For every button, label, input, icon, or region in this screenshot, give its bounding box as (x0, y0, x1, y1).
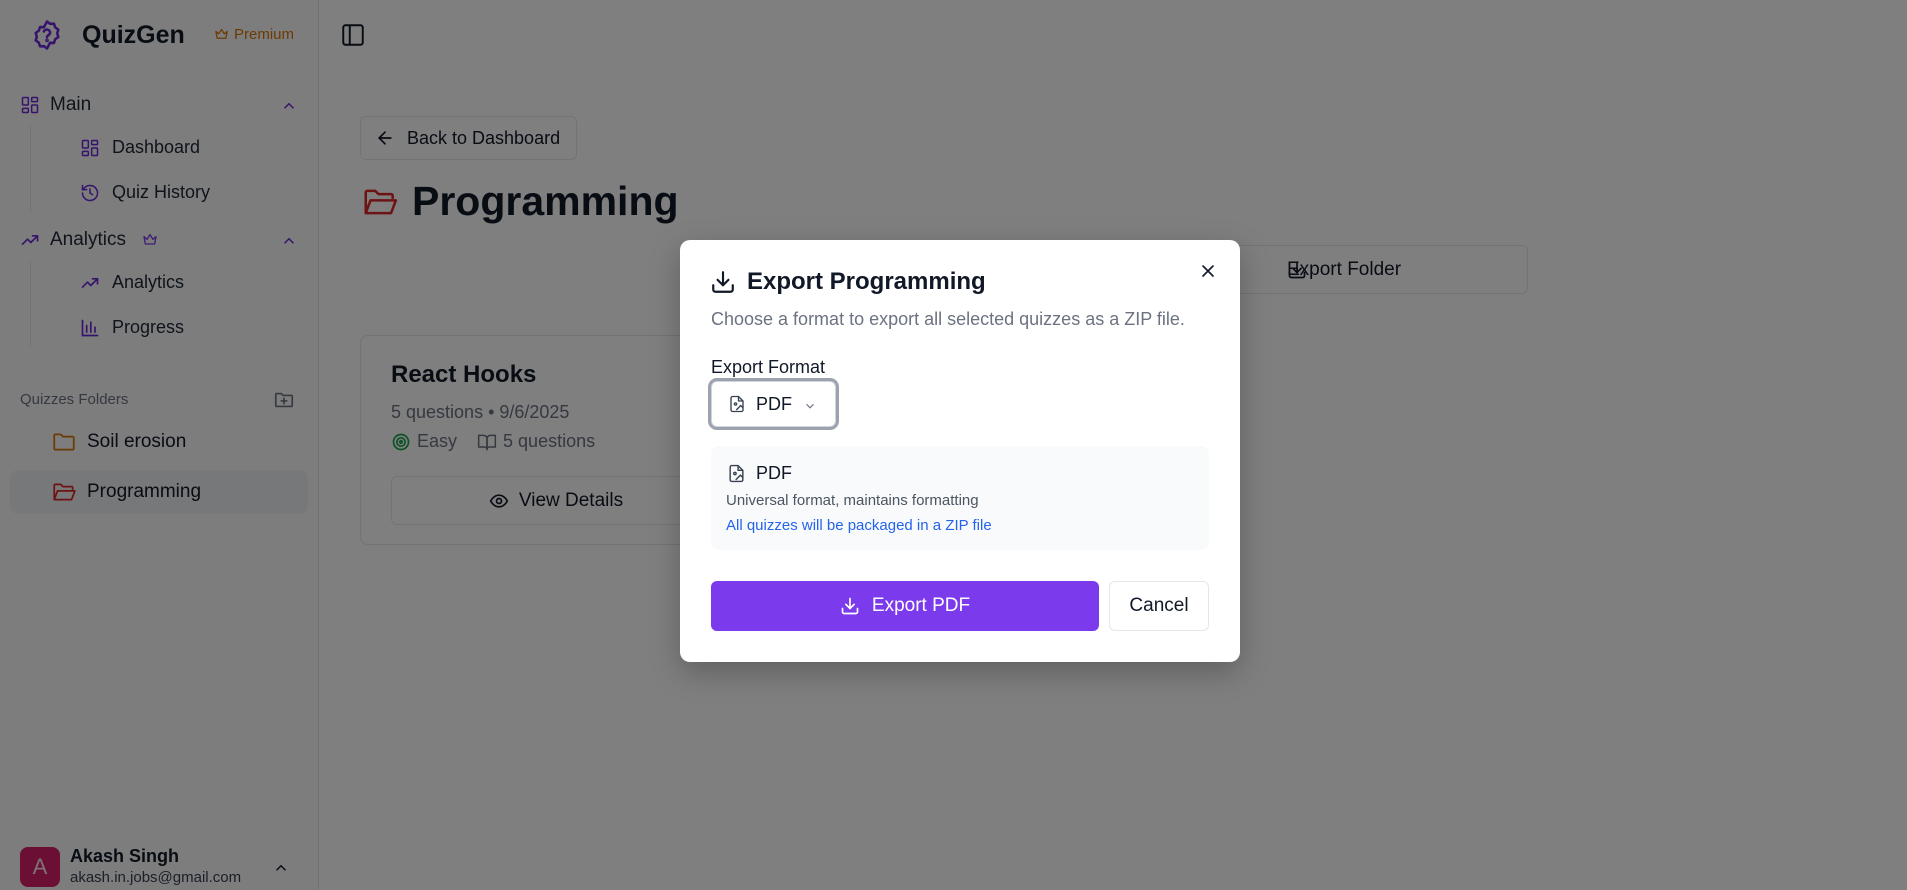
download-icon (840, 596, 860, 616)
export-dialog: Export Programming Choose a format to ex… (680, 240, 1240, 662)
file-image-icon (728, 395, 746, 413)
dialog-description: Choose a format to export all selected q… (711, 309, 1185, 329)
format-info-name: PDF (756, 463, 792, 483)
format-info-note: All quizzes will be packaged in a ZIP fi… (726, 517, 992, 534)
format-info-title: PDF (727, 463, 792, 484)
export-pdf-button[interactable]: Export PDF (711, 581, 1099, 631)
close-icon[interactable] (1198, 261, 1218, 281)
chevron-down-icon (803, 399, 817, 413)
dialog-title-text: Export Programming (747, 268, 986, 295)
file-image-icon (727, 464, 746, 483)
cancel-button[interactable]: Cancel (1109, 581, 1209, 631)
export-pdf-label: Export PDF (871, 595, 971, 616)
export-format-select[interactable]: PDF (711, 381, 836, 427)
format-info-box: PDF Universal format, maintains formatti… (711, 446, 1209, 550)
download-icon (710, 269, 736, 295)
selected-format: PDF (756, 393, 792, 414)
format-info-description: Universal format, maintains formatting (726, 492, 979, 509)
dialog-title: Export Programming (710, 268, 986, 296)
export-format-label: Export Format (711, 357, 826, 377)
